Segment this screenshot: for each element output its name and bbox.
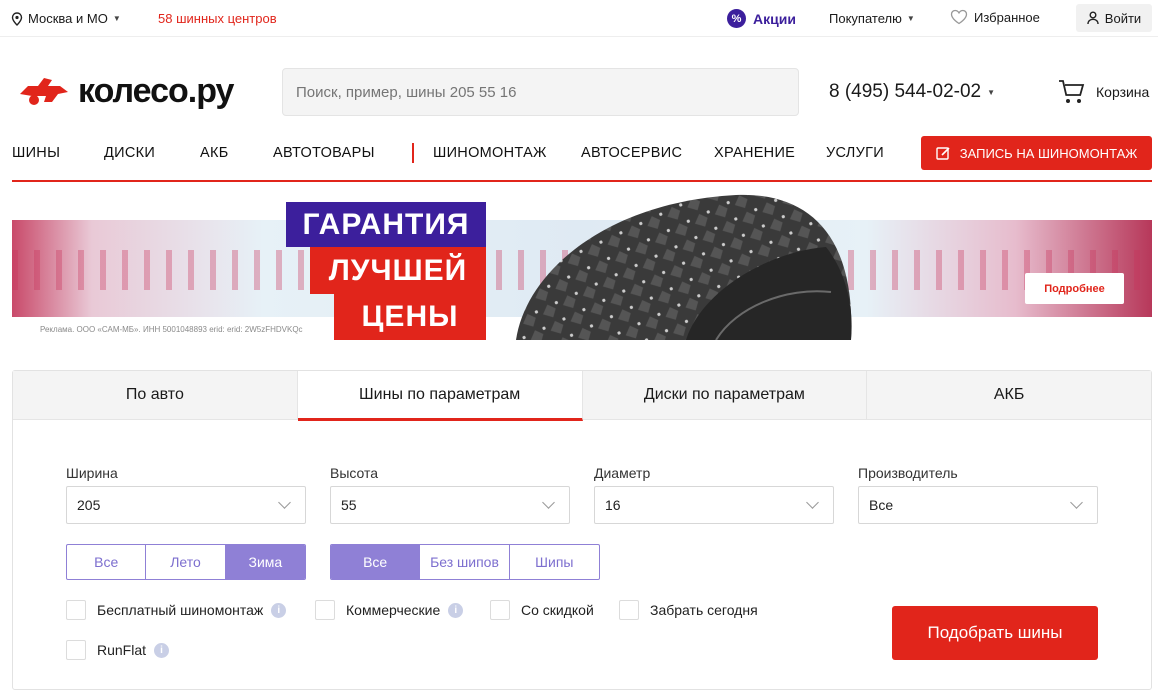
height-value: 55 <box>341 497 357 513</box>
ad-disclaimer: Реклама. ООО «САМ-МБ». ИНН 5001048893 er… <box>40 325 303 334</box>
tab-tires-by-params[interactable]: Шины по параметрам <box>297 371 583 421</box>
book-tire-fitting-button[interactable]: ЗАПИСЬ НА ШИНОМОНТАЖ <box>921 136 1152 170</box>
checkbox-box[interactable] <box>66 600 86 620</box>
more-button[interactable]: Подробнее <box>1025 273 1124 304</box>
banner-line-3: ЦЕНЫ <box>334 294 486 340</box>
chevron-down-icon: ▼ <box>112 14 121 23</box>
checkbox-box[interactable] <box>315 600 335 620</box>
pickup-today-label: Забрать сегодня <box>650 602 758 618</box>
checkbox-box[interactable] <box>490 600 510 620</box>
commercial-label: Коммерческие <box>346 602 441 618</box>
width-value: 205 <box>77 497 101 513</box>
tab-batteries[interactable]: АКБ <box>867 371 1151 419</box>
manufacturer-label: Производитель <box>858 465 958 481</box>
info-icon[interactable]: i <box>271 602 287 618</box>
width-select[interactable]: 205 <box>66 486 306 524</box>
promo-label: Акции <box>753 10 796 27</box>
season-toggle: Все Лето Зима <box>66 544 306 580</box>
user-icon <box>1087 11 1099 25</box>
commercial-checkbox[interactable]: Коммерческие i <box>315 600 464 620</box>
selector-tabs: По авто Шины по параметрам Диски по пара… <box>13 371 1151 421</box>
runflat-label: RunFlat <box>97 642 147 658</box>
nav-divider <box>412 143 414 163</box>
studs-none[interactable]: Без шипов <box>420 545 510 579</box>
free-fitting-checkbox[interactable]: Бесплатный шиномонтаж i <box>66 600 287 620</box>
tab-by-car[interactable]: По авто <box>13 371 298 419</box>
nav-batteries[interactable]: АКБ <box>200 145 229 161</box>
nav-storage[interactable]: ХРАНЕНИЕ <box>714 145 795 161</box>
studs-studded[interactable]: Шипы <box>510 545 599 579</box>
nav-services[interactable]: УСЛУГИ <box>826 145 884 161</box>
top-bar: Москва и МО ▼ 58 шинных центров % Акции … <box>0 0 1158 37</box>
login-label: Войти <box>1104 10 1142 26</box>
studs-all[interactable]: Все <box>331 545 421 579</box>
banner-line-2: ЛУЧШЕЙ <box>310 247 486 294</box>
manufacturer-select[interactable]: Все <box>858 486 1098 524</box>
checkbox-box[interactable] <box>619 600 639 620</box>
chevron-down-icon: ▼ <box>906 14 915 23</box>
height-label: Высота <box>330 465 379 481</box>
diameter-label: Диаметр <box>594 465 651 481</box>
phone-number[interactable]: 8 (495) 544-02-02 ▼ <box>829 81 995 103</box>
favorites-link[interactable]: Избранное <box>950 9 1040 25</box>
chevron-down-icon <box>278 496 291 509</box>
favorites-label: Избранное <box>974 9 1040 25</box>
info-icon[interactable]: i <box>448 602 464 618</box>
promo-banner[interactable]: ГАРАНТИЯ ЛУЧШЕЙ ЦЕНЫ Подробнее Реклама. … <box>12 194 1152 340</box>
phone-label: 8 (495) 544-02-02 <box>829 81 982 102</box>
logo-text: колесо.ру <box>78 72 234 110</box>
heart-icon <box>950 9 968 25</box>
chevron-down-icon <box>806 496 819 509</box>
width-label: Ширина <box>66 465 118 481</box>
studs-toggle: Все Без шипов Шипы <box>330 544 600 580</box>
promo-link[interactable]: % Акции <box>727 9 796 28</box>
discount-checkbox[interactable]: Со скидкой <box>490 600 594 620</box>
pickup-today-checkbox[interactable]: Забрать сегодня <box>619 600 758 620</box>
find-tires-button[interactable]: Подобрать шины <box>892 606 1098 660</box>
site-logo[interactable]: колесо.ру <box>18 72 234 110</box>
buyer-label: Покупателю <box>829 11 902 26</box>
info-icon[interactable]: i <box>154 642 170 658</box>
search-input[interactable] <box>282 68 799 116</box>
free-fitting-label: Бесплатный шиномонтаж <box>97 602 264 618</box>
buyer-menu[interactable]: Покупателю ▼ <box>829 11 915 26</box>
book-label: ЗАПИСЬ НА ШИНОМОНТАЖ <box>959 145 1138 161</box>
city-label: Москва и МО <box>28 11 108 26</box>
checkbox-box[interactable] <box>66 640 86 660</box>
location-pin-icon <box>11 11 23 26</box>
diameter-select[interactable]: 16 <box>594 486 834 524</box>
banner-line-1: ГАРАНТИЯ <box>286 202 486 247</box>
runflat-checkbox[interactable]: RunFlat i <box>66 640 170 660</box>
tire-centers-link[interactable]: 58 шинных центров <box>158 11 277 26</box>
city-selector[interactable]: Москва и МО ▼ <box>11 11 121 26</box>
login-button[interactable]: Войти <box>1076 4 1152 32</box>
season-summer[interactable]: Лето <box>146 545 226 579</box>
chevron-down-icon: ▼ <box>987 87 996 97</box>
manufacturer-value: Все <box>869 497 894 513</box>
tire-image <box>516 194 852 340</box>
diameter-value: 16 <box>605 497 621 513</box>
height-select[interactable]: 55 <box>330 486 570 524</box>
nav-tire-fitting[interactable]: ШИНОМОНТАЖ <box>433 145 547 161</box>
nav-autogoods[interactable]: АВТОТОВАРЫ <box>273 145 375 161</box>
tab-wheels-by-params[interactable]: Диски по параметрам <box>583 371 868 419</box>
chevron-down-icon <box>542 496 555 509</box>
nav-wheels[interactable]: ДИСКИ <box>104 145 155 161</box>
cart-link[interactable]: Корзина <box>1058 79 1149 105</box>
season-winter[interactable]: Зима <box>225 545 305 579</box>
season-all[interactable]: Все <box>67 545 147 579</box>
cart-label: Корзина <box>1096 84 1150 100</box>
edit-icon <box>936 146 950 160</box>
logo-wheel-icon <box>20 78 68 105</box>
nav-autoservice[interactable]: АВТОСЕРВИС <box>581 145 682 161</box>
discount-label: Со скидкой <box>521 602 594 618</box>
percent-icon: % <box>727 9 746 28</box>
chevron-down-icon <box>1070 496 1083 509</box>
cart-icon <box>1059 80 1085 103</box>
nav-tires[interactable]: ШИНЫ <box>12 145 60 161</box>
